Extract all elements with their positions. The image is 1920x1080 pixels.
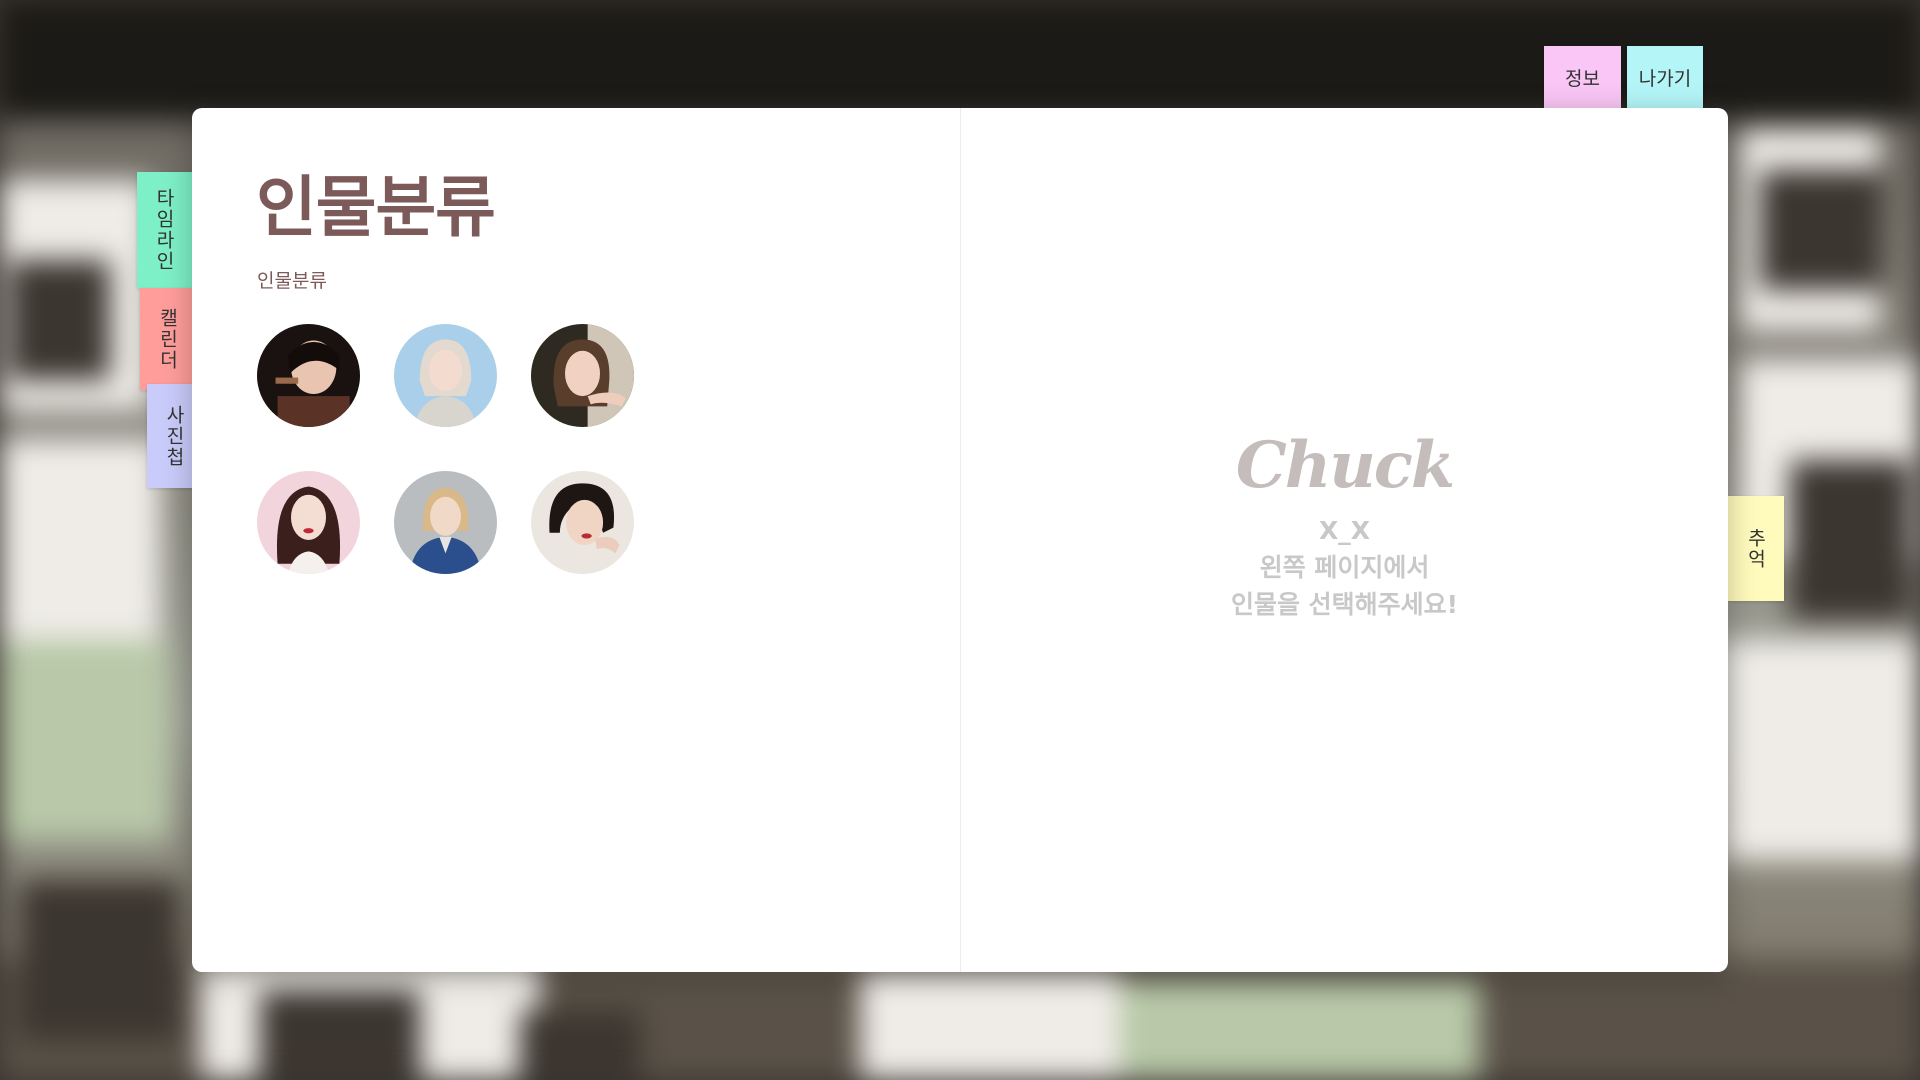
left-page: 인물분류 인물분류	[192, 108, 960, 972]
person-photo-icon	[394, 324, 497, 427]
tab-calendar[interactable]: 캘린더	[140, 288, 196, 390]
person-photo-icon	[531, 471, 634, 574]
tab-memory[interactable]: 추억	[1728, 496, 1784, 601]
person-photo-icon	[394, 471, 497, 574]
tab-album-label: 사진첩	[163, 404, 185, 468]
person-avatar-3[interactable]	[531, 324, 634, 427]
tab-exit[interactable]: 나가기	[1627, 46, 1703, 108]
message-line-2: 인물을 선택해주세요!	[1230, 590, 1459, 619]
brand-logo: Chuck	[1235, 428, 1455, 503]
tab-timeline[interactable]: 타임라인	[137, 172, 192, 288]
page-title: 인물분류	[256, 169, 496, 246]
section-label: 인물분류	[257, 270, 327, 292]
person-avatar-6[interactable]	[531, 471, 634, 574]
tab-exit-label: 나가기	[1638, 67, 1692, 90]
tab-info[interactable]: 정보	[1544, 46, 1621, 108]
empty-state-message: X_X 왼쪽 페이지에서 인물을 선택해주세요!	[961, 512, 1728, 623]
right-page: Chuck X_X 왼쪽 페이지에서 인물을 선택해주세요!	[961, 108, 1728, 972]
person-photo-icon	[257, 471, 360, 574]
tab-timeline-label: 타임라인	[153, 188, 175, 272]
empty-state: Chuck X_X 왼쪽 페이지에서 인물을 선택해주세요!	[961, 434, 1728, 623]
tab-info-label: 정보	[1565, 67, 1600, 90]
tab-memory-label: 추억	[1744, 527, 1767, 570]
tab-calendar-label: 캘린더	[156, 307, 179, 371]
emoticon: X_X	[1318, 516, 1371, 545]
people-grid	[257, 324, 677, 574]
message-line-1: 왼쪽 페이지에서	[1259, 553, 1430, 582]
album-book: 인물분류 인물분류 Chuck X_X 왼쪽 페이지에서 인물을 선택해주세요!	[192, 108, 1728, 972]
person-photo-icon	[257, 324, 360, 427]
person-photo-icon	[531, 324, 634, 427]
person-avatar-2[interactable]	[394, 324, 497, 427]
person-avatar-1[interactable]	[257, 324, 360, 427]
person-avatar-5[interactable]	[394, 471, 497, 574]
person-avatar-4[interactable]	[257, 471, 360, 574]
